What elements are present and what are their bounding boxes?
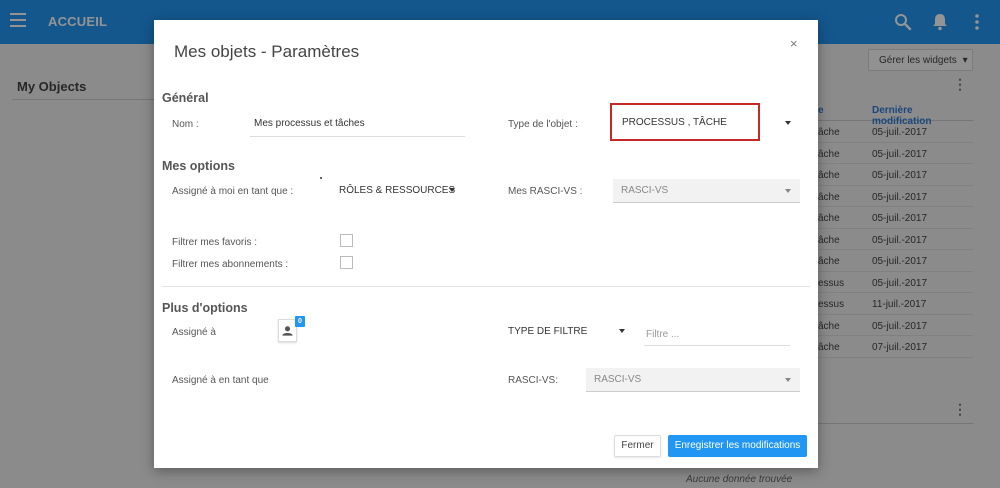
rasci-select[interactable]: RASCI-VS: [586, 368, 800, 392]
section-my-options-heading: Mes options: [162, 159, 235, 173]
name-input-underline: [250, 136, 465, 137]
name-input[interactable]: Mes processus et tâches: [254, 118, 365, 129]
close-button[interactable]: Fermer: [614, 435, 661, 457]
assigned-as-select[interactable]: RÔLES & RESSOURCES: [339, 185, 455, 196]
filter-type-caret-icon[interactable]: [619, 329, 625, 333]
name-label: Nom :: [172, 119, 199, 130]
filter-type-select[interactable]: TYPE DE FILTRE: [508, 326, 587, 337]
rasci-caret-icon: [785, 378, 791, 382]
filter-subscriptions-checkbox[interactable]: [340, 256, 353, 269]
object-type-caret-icon[interactable]: [785, 121, 791, 125]
highlight-box: [610, 103, 760, 141]
filter-input[interactable]: Filtre ...: [644, 320, 790, 346]
my-rasci-value: RASCI-VS: [621, 185, 669, 196]
filter-subscriptions-label: Filtrer mes abonnements :: [172, 259, 289, 270]
assigned-to-label: Assigné à: [172, 327, 216, 338]
settings-dialog: Mes objets - Paramètres × Général Nom : …: [154, 20, 818, 468]
dot-mark: [320, 177, 322, 179]
object-type-label: Type de l'objet :: [508, 119, 578, 130]
rasci-label: RASCI-VS:: [508, 375, 559, 386]
assigned-as-caret-icon[interactable]: [449, 188, 455, 192]
my-rasci-caret-icon: [785, 189, 791, 193]
filter-favorites-checkbox[interactable]: [340, 234, 353, 247]
assigned-count-badge: 0: [295, 316, 305, 327]
assigned-as-label: Assigné à moi en tant que :: [172, 186, 294, 197]
filter-favorites-label: Filtrer mes favoris :: [172, 237, 258, 248]
section-divider: [162, 286, 810, 287]
dialog-title: Mes objets - Paramètres: [174, 42, 360, 61]
my-rasci-label: Mes RASCI-VS :: [508, 186, 583, 197]
assigned-as-label-2: Assigné à en tant que: [172, 375, 269, 386]
close-icon[interactable]: ×: [790, 36, 798, 51]
section-general-heading: Général: [162, 91, 209, 105]
save-changes-button[interactable]: Enregistrer les modifications: [668, 435, 807, 457]
my-rasci-select[interactable]: RASCI-VS: [613, 179, 800, 203]
rasci-value: RASCI-VS: [594, 374, 642, 385]
user-icon: [282, 326, 293, 336]
section-more-options-heading: Plus d'options: [162, 301, 248, 315]
